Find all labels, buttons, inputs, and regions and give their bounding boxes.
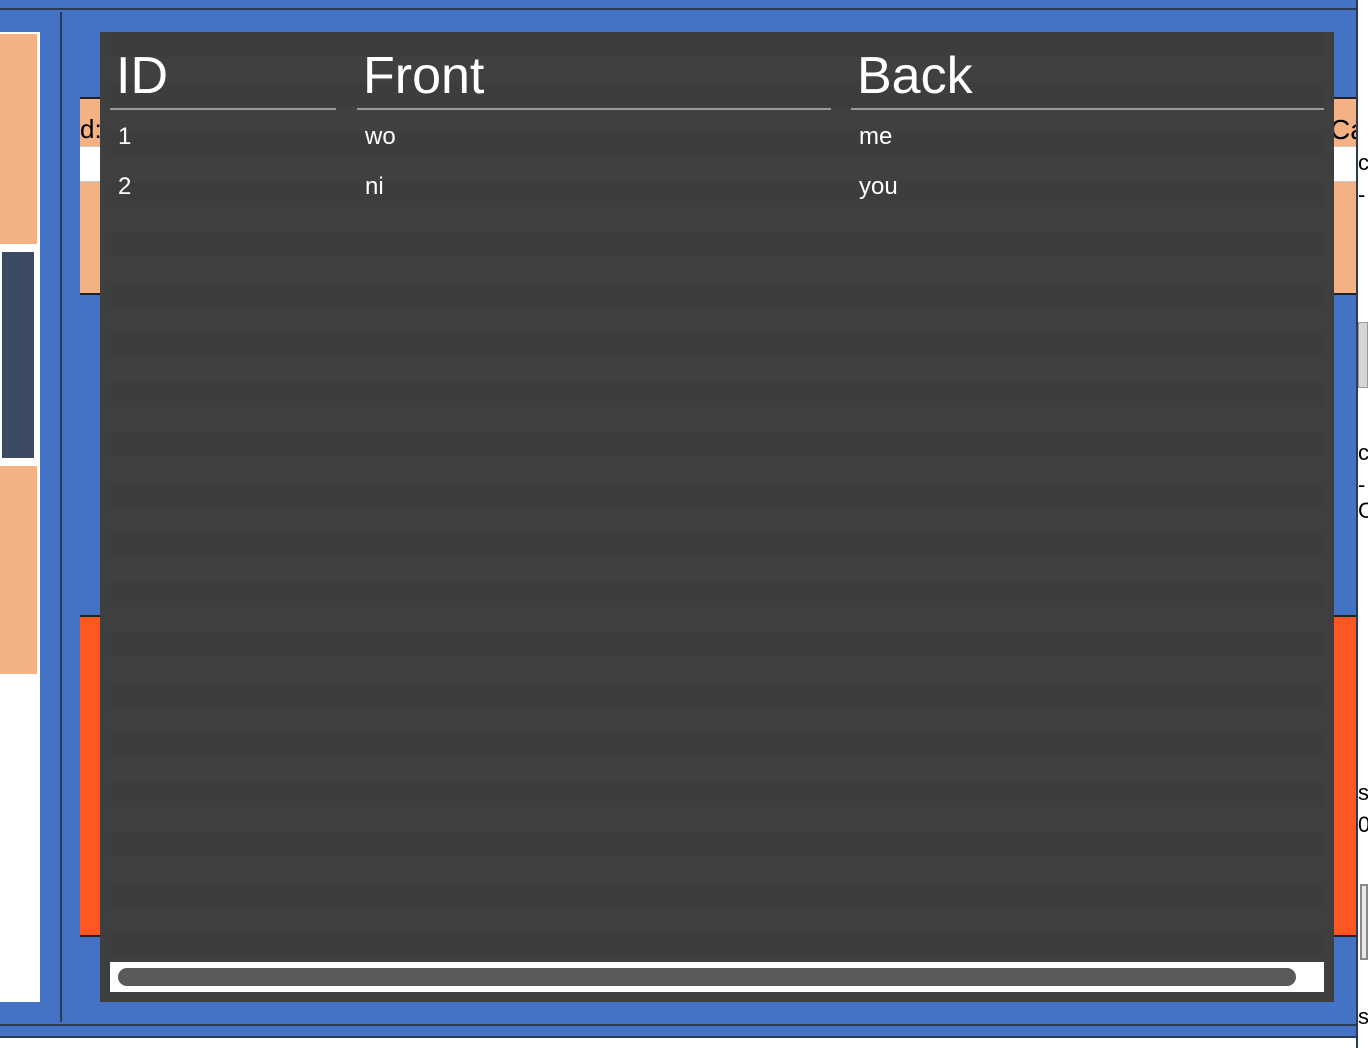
right-edge-scrollbar[interactable] [1360,884,1368,960]
right-edge-fragment: 0 [1358,812,1368,838]
table-row[interactable]: 1 wo me [110,112,1324,162]
column-header-back[interactable]: Back [851,32,1324,110]
cell-id: 2 [118,173,132,200]
cell-id: 1 [118,123,132,150]
right-edge-fragment: sc [1358,780,1368,805]
right-edge-fragment: -C [1358,472,1368,523]
cell-front: ni [365,173,384,200]
column-header-id-label: ID [116,47,168,105]
card-table: ID Front Back 1 wo me 2 ni you [110,32,1324,958]
column-header-id[interactable]: ID [110,32,336,110]
bottom-border [0,1024,1368,1026]
column-header-front[interactable]: Front [357,32,831,110]
right-edge-fragment: c [1358,150,1368,175]
vertical-divider [60,12,62,1022]
header-underline [110,108,336,110]
sidebar-tile-2-selected[interactable] [0,250,36,460]
column-header-back-label: Back [857,47,973,105]
right-edge-fragment: cr [1358,440,1368,465]
sidebar-tile-1[interactable] [0,34,37,244]
top-border [0,8,1368,10]
right-window-edge: c - cr -C sc 0 sc [1356,0,1368,1048]
cell-back: you [859,173,898,200]
horizontal-scrollbar[interactable] [110,962,1324,992]
header-underline [357,108,831,110]
bottom-strip [0,1036,1368,1048]
background-label-fragment-left: d: [80,114,102,144]
header-underline [851,108,1324,110]
table-row[interactable]: 2 ni you [110,162,1324,212]
horizontal-scroll-thumb[interactable] [118,968,1296,986]
sidebar-tile-3[interactable] [0,466,37,674]
right-edge-fragment: - [1358,182,1366,207]
cell-front: wo [365,123,396,150]
cell-back: me [859,123,893,150]
right-edge-fragment: sc [1358,1004,1368,1029]
right-edge-scroll-thumb[interactable] [1358,322,1368,388]
column-header-front-label: Front [363,47,485,105]
card-list-dialog: ID Front Back 1 wo me 2 ni you [100,32,1334,1002]
